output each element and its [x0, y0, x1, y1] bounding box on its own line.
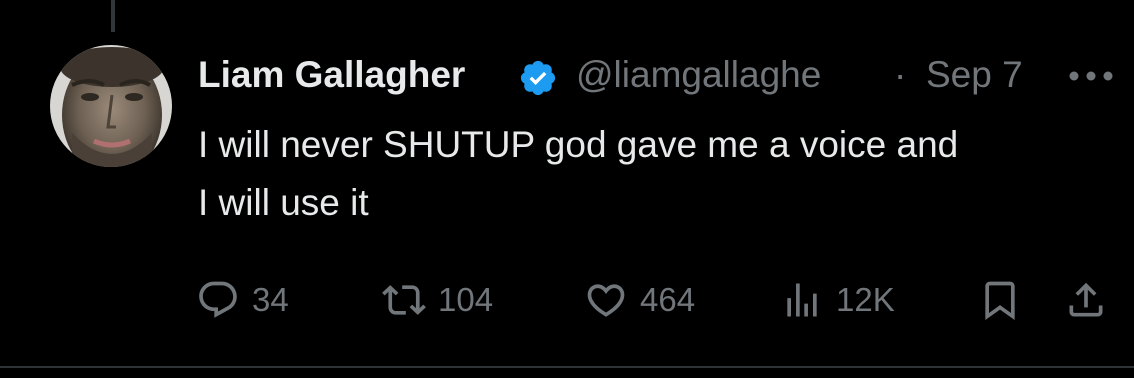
like-button[interactable]: 464: [584, 272, 695, 328]
share-icon: [1064, 278, 1108, 322]
tweet-divider: [0, 366, 1134, 368]
avatar[interactable]: [50, 45, 172, 167]
handle[interactable]: @liamgallaghe: [576, 52, 884, 98]
like-count: 464: [640, 281, 696, 318]
avatar-image: [50, 45, 172, 167]
reply-button[interactable]: 34: [196, 272, 289, 328]
reply-count: 34: [252, 281, 289, 318]
reply-icon: [196, 278, 240, 322]
view-count: 12K: [836, 281, 895, 318]
views-button[interactable]: 12K: [780, 272, 895, 328]
views-icon: [780, 278, 824, 322]
share-button[interactable]: [1064, 272, 1108, 328]
timestamp[interactable]: Sep 7: [926, 52, 1023, 98]
repost-button[interactable]: 104: [382, 272, 493, 328]
bookmark-button[interactable]: [978, 272, 1022, 328]
repost-count: 104: [438, 281, 494, 318]
tweet-header: Liam Gallagher @liamgallaghe · Sep 7: [198, 52, 1118, 102]
thread-connector-line: [111, 0, 115, 32]
tweet-text-line: I will never SHUTUP god gave me a voice …: [198, 124, 959, 165]
bookmark-icon: [978, 278, 1022, 322]
display-name[interactable]: Liam Gallagher: [198, 52, 513, 98]
more-options-icon[interactable]: [1066, 66, 1116, 86]
header-separator: ·: [894, 54, 907, 95]
tweet-actions-bar: 34 104 464 12K: [196, 272, 1121, 328]
verified-badge-icon: [518, 58, 558, 98]
repost-icon: [382, 278, 426, 322]
heart-icon: [584, 278, 628, 322]
tweet-text: I will never SHUTUP god gave me a voice …: [198, 116, 1123, 232]
tweet-text-line: I will use it: [198, 182, 369, 223]
